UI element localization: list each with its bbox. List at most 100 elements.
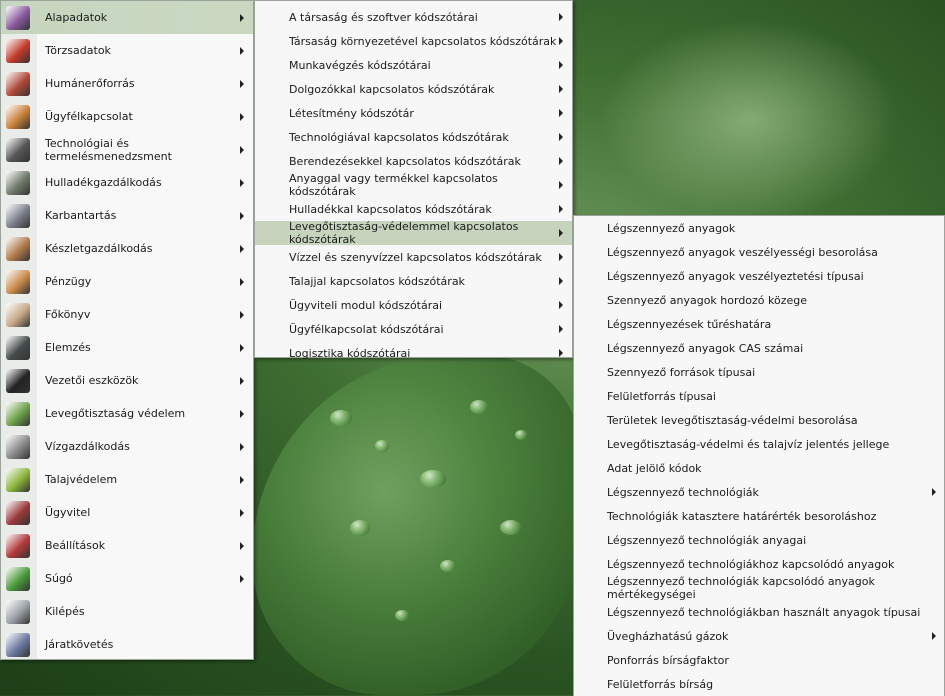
main-menu-item[interactable]: Technológiai és termelésmenedzsment: [1, 133, 253, 166]
water-drop: [515, 430, 527, 440]
main-menu-item[interactable]: Levegőtisztaság védelem: [1, 397, 253, 430]
codebook-item[interactable]: Felületforrás bírság: [574, 672, 944, 696]
main-menu-item[interactable]: Ügyvitel: [1, 496, 253, 529]
main-menu-item-label: Főkönyv: [45, 308, 91, 321]
main-menu-item[interactable]: Humánerőforrás: [1, 67, 253, 100]
main-menu-item[interactable]: Hulladékgazdálkodás: [1, 166, 253, 199]
submenu-item[interactable]: Talajjal kapcsolatos kódszótárak: [255, 269, 572, 293]
codebook-item[interactable]: Légszennyező anyagok veszélyeztetési típ…: [574, 264, 944, 288]
main-menu-item[interactable]: Pénzügy: [1, 265, 253, 298]
leaf-air-icon: [6, 401, 30, 426]
submenu-item[interactable]: A társaság és szoftver kódszótárai: [255, 5, 572, 29]
codebook-item[interactable]: Területek levegőtisztaság-védelmi besoro…: [574, 408, 944, 432]
codebook-item-label: Légszennyező anyagok: [607, 221, 736, 235]
wrench-icon: [6, 203, 30, 228]
submenu-item[interactable]: Vízzel és szenyvízzel kapcsolatos kódszó…: [255, 245, 572, 269]
submenu-arrow-icon: [559, 277, 563, 285]
water-drop: [470, 400, 488, 414]
main-menu-item-label: Vízgazdálkodás: [45, 440, 130, 453]
submenu-item[interactable]: Levegőtisztaság-védelemmel kapcsolatos k…: [255, 220, 572, 246]
main-menu-item-label: Elemzés: [45, 341, 91, 354]
main-menu: Alapadatok Törzsadatok Humánerőforrás Ügyfé…: [0, 0, 254, 660]
submenu-item[interactable]: Technológiával kapcsolatos kódszótárak: [255, 125, 572, 149]
submenu-arrow-icon: [559, 325, 563, 333]
main-menu-item-label: Hulladékgazdálkodás: [45, 176, 162, 189]
submenu-arrow-icon: [559, 301, 563, 309]
water-drop: [420, 470, 446, 488]
submenu-arrow-icon: [240, 475, 244, 484]
codebook-item[interactable]: Légszennyező technológiák kapcsolódó any…: [574, 575, 944, 601]
codebook-item[interactable]: Szennyező anyagok hordozó közege: [574, 288, 944, 312]
codebook-item[interactable]: Légszennyezések tűréshatára: [574, 312, 944, 336]
main-menu-item-label: Ügyfélkapcsolat: [45, 110, 133, 123]
codebook-item[interactable]: Légszennyező technológiákban használt an…: [574, 600, 944, 624]
submenu-arrow-icon: [559, 229, 563, 237]
main-menu-item-label: Karbantartás: [45, 209, 117, 222]
codebook-item-label: Légszennyezések tűréshatára: [607, 317, 772, 331]
main-menu-item[interactable]: Kilépés: [1, 595, 253, 628]
codebook-item[interactable]: Felületforrás típusai: [574, 384, 944, 408]
submenu-item[interactable]: Ügyviteli modul kódszótárai: [255, 293, 572, 317]
submenu-item-label: Talajjal kapcsolatos kódszótárak: [289, 274, 465, 288]
submenu-arrow-icon: [240, 376, 244, 385]
main-menu-item[interactable]: Vízgazdálkodás: [1, 430, 253, 463]
codebook-item[interactable]: Légszennyező technológiák anyagai: [574, 528, 944, 552]
codebook-item-label: Területek levegőtisztaság-védelmi besoro…: [607, 413, 858, 427]
main-menu-item[interactable]: Törzsadatok: [1, 34, 253, 67]
levegotisztasag-kodszotar-submenu: Légszennyező anyagok Légszennyező anyagok…: [573, 215, 945, 696]
submenu-item[interactable]: Dolgozókkal kapcsolatos kódszótárak: [255, 77, 572, 101]
main-menu-item[interactable]: Elemzés: [1, 331, 253, 364]
tools-icon: [6, 137, 30, 162]
codebook-item-label: Felületforrás típusai: [607, 389, 716, 403]
water-drop: [330, 410, 352, 426]
codebook-item[interactable]: Légszennyező technológiákhoz kapcsolódó …: [574, 552, 944, 576]
codebook-item[interactable]: Technológiák katasztere határérték besor…: [574, 504, 944, 528]
submenu-item[interactable]: Munkavégzés kódszótárai: [255, 53, 572, 77]
submenu-item[interactable]: Ügyfélkapcsolat kódszótárai: [255, 317, 572, 341]
codebook-item[interactable]: Levegőtisztaság-védelmi és talajvíz jele…: [574, 432, 944, 456]
water-drop: [350, 520, 370, 536]
codebook-item-label: Légszennyező technológiákban használt an…: [607, 605, 921, 619]
main-menu-item[interactable]: Járatkövetés: [1, 628, 253, 661]
submenu-item[interactable]: Létesítmény kódszótár: [255, 101, 572, 125]
codebook-item-label: Szennyező anyagok hordozó közege: [607, 293, 808, 307]
submenu-item[interactable]: Logisztika kódszótárai: [255, 341, 572, 365]
main-menu-item[interactable]: Főkönyv: [1, 298, 253, 331]
submenu-arrow-icon: [559, 253, 563, 261]
codebook-item[interactable]: Ponforrás bírságfaktor: [574, 648, 944, 672]
codebook-item[interactable]: Légszennyező anyagok: [574, 216, 944, 240]
main-menu-item-label: Humánerőforrás: [45, 77, 135, 90]
codebook-item[interactable]: Légszennyező anyagok CAS számai: [574, 336, 944, 360]
main-menu-item[interactable]: Alapadatok: [1, 1, 253, 34]
submenu-item[interactable]: Társaság környezetével kapcsolatos kódsz…: [255, 29, 572, 53]
submenu-item-label: Dolgozókkal kapcsolatos kódszótárak: [289, 82, 495, 96]
main-menu-item[interactable]: Készletgazdálkodás: [1, 232, 253, 265]
main-menu-item-label: Kilépés: [45, 605, 85, 618]
main-menu-item[interactable]: Karbantartás: [1, 199, 253, 232]
submenu-arrow-icon: [240, 541, 244, 550]
codebook-item[interactable]: Szennyező források típusai: [574, 360, 944, 384]
submenu-arrow-icon: [240, 508, 244, 517]
submenu-arrow-icon: [240, 79, 244, 88]
submenu-arrow-icon: [559, 109, 563, 117]
submenu-item[interactable]: Berendezésekkel kapcsolatos kódszótárak: [255, 149, 572, 173]
main-menu-item[interactable]: Beállítások: [1, 529, 253, 562]
codebook-item[interactable]: Adat jelölő kódok: [574, 456, 944, 480]
submenu-arrow-icon: [559, 157, 563, 165]
codebook-item[interactable]: Légszennyező technológiák: [574, 480, 944, 504]
main-menu-item[interactable]: Talajvédelem: [1, 463, 253, 496]
alapadatok-submenu: A társaság és szoftver kódszótárai Társas…: [254, 0, 573, 360]
codebook-item[interactable]: Légszennyező anyagok veszélyességi besor…: [574, 240, 944, 264]
codebook-item[interactable]: Üvegházhatású gázok: [574, 624, 944, 648]
main-menu-item-label: Pénzügy: [45, 275, 92, 288]
main-menu-item[interactable]: Ügyfélkapcsolat: [1, 100, 253, 133]
codebook-item-label: Adat jelölő kódok: [607, 461, 702, 475]
main-menu-item[interactable]: Súgó: [1, 562, 253, 595]
main-menu-item[interactable]: Vezetői eszközök: [1, 364, 253, 397]
submenu-arrow-icon: [559, 349, 563, 357]
submenu-item[interactable]: Hulladékkal kapcsolatos kódszótárak: [255, 197, 572, 221]
main-menu-item-label: Alapadatok: [45, 11, 108, 24]
submenu-item[interactable]: Anyaggal vagy termékkel kapcsolatos kóds…: [255, 172, 572, 198]
submenu-arrow-icon: [240, 46, 244, 55]
submenu-arrow-icon: [559, 61, 563, 69]
